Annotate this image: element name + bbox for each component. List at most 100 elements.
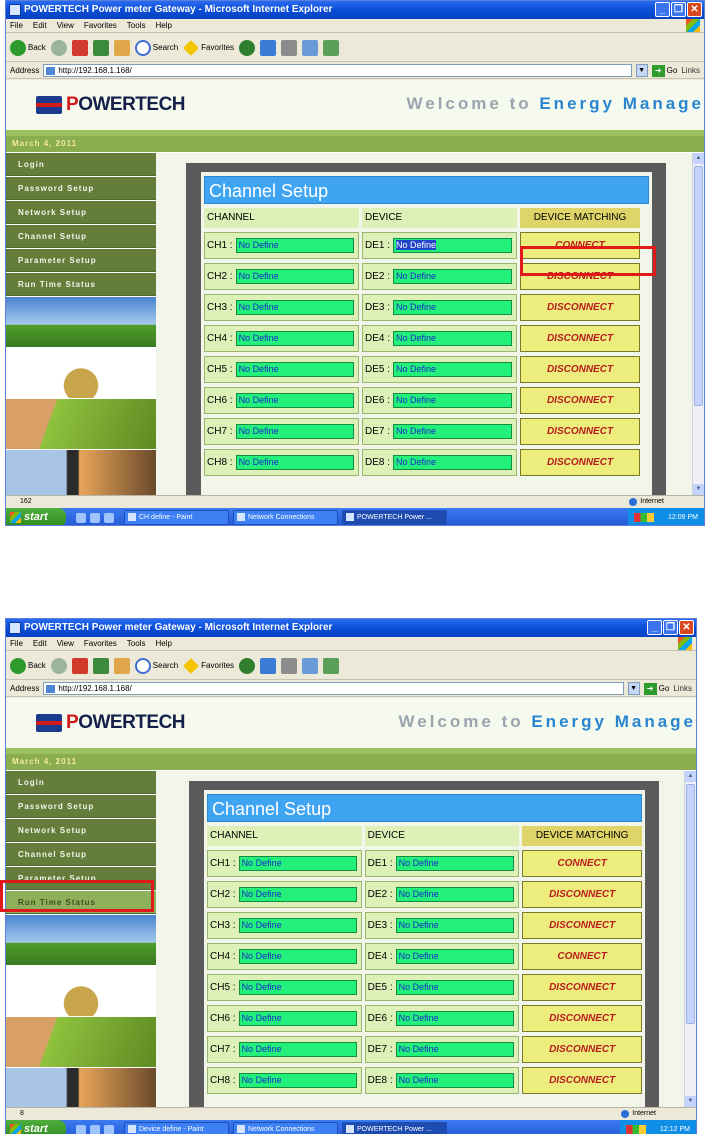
- channel-input[interactable]: No Define: [235, 300, 354, 315]
- channel-input[interactable]: No Define: [238, 1011, 357, 1026]
- refresh-button[interactable]: [92, 657, 109, 674]
- menu-edit[interactable]: Edit: [33, 19, 47, 32]
- channel-input[interactable]: No Define: [235, 331, 354, 346]
- go-button[interactable]: ➜ Go: [643, 682, 669, 695]
- device-input[interactable]: No Define: [395, 856, 515, 871]
- menu-view[interactable]: View: [57, 19, 74, 32]
- restore-button[interactable]: ❐: [663, 620, 678, 635]
- edit-button[interactable]: [302, 657, 319, 674]
- channel-input[interactable]: No Define: [235, 269, 354, 284]
- nav-network-setup[interactable]: Network Setup: [6, 201, 156, 224]
- back-button[interactable]: Back: [10, 657, 46, 674]
- device-input[interactable]: No Define: [395, 887, 515, 902]
- menu-tools[interactable]: Tools: [127, 637, 146, 650]
- close-button[interactable]: ✕: [687, 2, 702, 17]
- menu-favorites[interactable]: Favorites: [84, 637, 117, 650]
- channel-input[interactable]: No Define: [235, 455, 354, 470]
- scroll-up-icon[interactable]: ▲: [685, 771, 696, 782]
- channel-input[interactable]: No Define: [238, 918, 357, 933]
- device-input[interactable]: No Define: [395, 1073, 515, 1088]
- minimize-button[interactable]: _: [655, 2, 670, 17]
- favorites-button[interactable]: Favorites: [183, 39, 234, 56]
- close-button[interactable]: ✕: [679, 620, 694, 635]
- device-matching-button[interactable]: DISCONNECT: [520, 294, 640, 321]
- mail-button[interactable]: [260, 657, 277, 674]
- device-input[interactable]: No Define: [395, 1011, 515, 1026]
- taskbar-item[interactable]: Device define - Paint: [124, 1122, 229, 1134]
- menu-favorites[interactable]: Favorites: [84, 19, 117, 32]
- channel-input[interactable]: No Define: [238, 1073, 357, 1088]
- scroll-thumb[interactable]: [686, 784, 695, 1024]
- quick-launch-icon[interactable]: [76, 512, 86, 523]
- device-matching-button[interactable]: DISCONNECT: [522, 912, 642, 939]
- taskbar-item[interactable]: Network Connections: [233, 1122, 338, 1134]
- scroll-up-icon[interactable]: ▲: [693, 153, 704, 164]
- restore-button[interactable]: ❐: [671, 2, 686, 17]
- nav-password-setup[interactable]: Password Setup: [6, 177, 156, 200]
- forward-button[interactable]: [50, 39, 67, 56]
- quick-launch-icon[interactable]: [104, 512, 114, 523]
- messenger-button[interactable]: [323, 657, 340, 674]
- edit-button[interactable]: [302, 39, 319, 56]
- channel-input[interactable]: No Define: [235, 424, 354, 439]
- device-matching-button[interactable]: DISCONNECT: [520, 449, 640, 476]
- device-matching-button[interactable]: DISCONNECT: [522, 1036, 642, 1063]
- menu-file[interactable]: File: [10, 637, 23, 650]
- menu-tools[interactable]: Tools: [127, 19, 146, 32]
- quick-launch-icon[interactable]: [90, 512, 100, 523]
- nav-network-setup[interactable]: Network Setup: [6, 819, 156, 842]
- nav-password-setup[interactable]: Password Setup: [6, 795, 156, 818]
- taskbar-item[interactable]: POWERTECH Power ...: [342, 1122, 447, 1134]
- stop-button[interactable]: [71, 39, 88, 56]
- device-input[interactable]: No Define: [395, 949, 515, 964]
- menu-view[interactable]: View: [57, 637, 74, 650]
- links-button[interactable]: Links: [681, 66, 704, 75]
- device-input[interactable]: No Define: [393, 331, 512, 346]
- nav-run-time-status[interactable]: Run Time Status: [6, 273, 156, 296]
- home-button[interactable]: [113, 39, 130, 56]
- address-dropdown-icon[interactable]: ▼: [627, 682, 640, 695]
- channel-input[interactable]: No Define: [238, 980, 357, 995]
- device-matching-button[interactable]: DISCONNECT: [522, 974, 642, 1001]
- channel-input[interactable]: No Define: [238, 949, 357, 964]
- home-button[interactable]: [113, 657, 130, 674]
- device-matching-button[interactable]: DISCONNECT: [522, 1005, 642, 1032]
- scroll-down-icon[interactable]: ▼: [693, 484, 704, 495]
- device-input[interactable]: No Define: [395, 918, 515, 933]
- menu-file[interactable]: File: [10, 19, 23, 32]
- nav-channel-setup[interactable]: Channel Setup: [6, 225, 156, 248]
- messenger-button[interactable]: [323, 39, 340, 56]
- device-input[interactable]: No Define: [393, 300, 512, 315]
- links-button[interactable]: Links: [673, 684, 696, 693]
- device-input[interactable]: No Define: [395, 1042, 515, 1057]
- quick-launch-icon[interactable]: [90, 1124, 100, 1134]
- address-dropdown-icon[interactable]: ▼: [635, 64, 648, 77]
- vertical-scrollbar[interactable]: ▲ ▼: [692, 153, 704, 495]
- device-matching-button[interactable]: DISCONNECT: [520, 387, 640, 414]
- taskbar-item[interactable]: Network Connections: [233, 510, 338, 525]
- print-button[interactable]: [281, 39, 298, 56]
- device-matching-button[interactable]: DISCONNECT: [520, 418, 640, 445]
- start-button[interactable]: start: [6, 1120, 66, 1134]
- print-button[interactable]: [281, 657, 298, 674]
- history-button[interactable]: [239, 39, 256, 56]
- scroll-thumb[interactable]: [694, 166, 703, 406]
- channel-input[interactable]: No Define: [235, 238, 354, 253]
- minimize-button[interactable]: _: [647, 620, 662, 635]
- channel-input[interactable]: No Define: [238, 1042, 357, 1057]
- taskbar-item[interactable]: POWERTECH Power ...: [342, 510, 447, 525]
- go-button[interactable]: ➜ Go: [651, 64, 677, 77]
- stop-button[interactable]: [71, 657, 88, 674]
- device-input[interactable]: No Define: [393, 455, 512, 470]
- address-input[interactable]: http://192.168.1.168/: [43, 64, 632, 77]
- menu-edit[interactable]: Edit: [33, 637, 47, 650]
- search-button[interactable]: Search: [134, 657, 178, 674]
- device-input[interactable]: No Define: [393, 362, 512, 377]
- address-input[interactable]: http://192.168.1.168/: [43, 682, 624, 695]
- nav-channel-setup[interactable]: Channel Setup: [6, 843, 156, 866]
- back-button[interactable]: Back: [10, 39, 46, 56]
- menu-help[interactable]: Help: [155, 637, 171, 650]
- nav-parameter-setup[interactable]: Parameter Setup: [6, 249, 156, 272]
- device-input[interactable]: No Define: [393, 238, 512, 253]
- channel-input[interactable]: No Define: [235, 362, 354, 377]
